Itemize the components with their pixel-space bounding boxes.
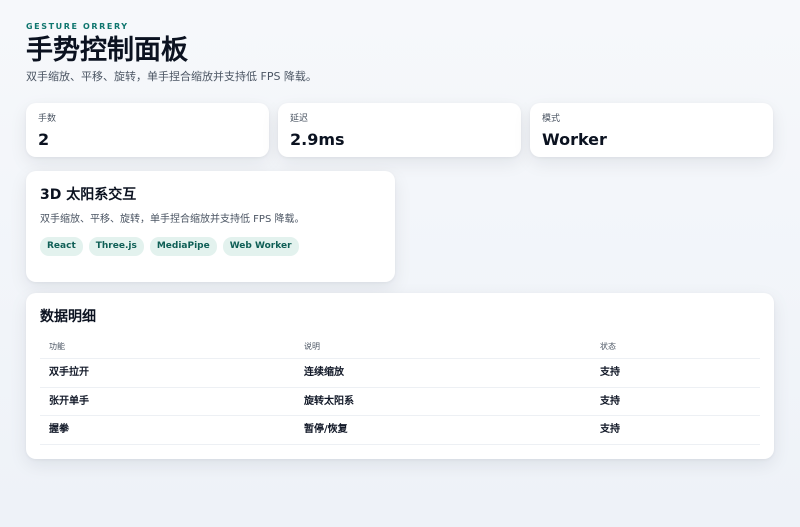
- tag-web-worker: Web Worker: [222, 237, 299, 256]
- table-row: 双手拉开 连续缩放 支持: [40, 359, 760, 388]
- table-cell: 支持: [600, 395, 620, 407]
- page-title: 手势控制面板: [26, 35, 188, 66]
- table-header-row: 功能 说明 状态: [40, 334, 760, 359]
- project-title: 3D 太阳系交互: [40, 187, 137, 203]
- table-cell: 握拳: [49, 424, 69, 435]
- stat-label: 延迟: [290, 114, 309, 124]
- stat-card-hands: 手数 2: [26, 103, 269, 157]
- stat-label: 手数: [38, 114, 57, 124]
- data-detail-title: 数据明细: [40, 309, 96, 325]
- table-cell: 双手拉开: [49, 367, 89, 378]
- stat-value: Worker: [542, 130, 607, 149]
- column-header-status: 状态: [600, 342, 616, 351]
- eyebrow-label: GESTURE ORRERY: [26, 22, 129, 31]
- table-cell: 支持: [600, 367, 620, 378]
- table-cell: 连续缩放: [304, 367, 344, 378]
- page-subtitle: 双手缩放、平移、旋转，单手捏合缩放并支持低 FPS 降载。: [26, 70, 317, 83]
- project-description: 双手缩放、平移、旋转，单手捏合缩放并支持低 FPS 降载。: [40, 214, 305, 225]
- tag-list: React Three.js MediaPipe Web Worker: [40, 237, 381, 256]
- tag-react: React: [40, 237, 83, 256]
- project-card: 3D 太阳系交互 双手缩放、平移、旋转，单手捏合缩放并支持低 FPS 降载。 R…: [26, 171, 395, 282]
- tag-threejs: Three.js: [88, 237, 144, 256]
- column-header-description: 说明: [304, 342, 320, 351]
- table-cell: 旋转太阳系: [304, 395, 354, 407]
- data-table: 功能 说明 状态 双手拉开 连续缩放 支持 张开单手 旋转太阳系 支持 握拳 暂…: [40, 334, 760, 445]
- table-row: 握拳 暂停/恢复 支持: [40, 416, 760, 445]
- table-cell: 暂停/恢复: [304, 424, 348, 435]
- stat-label: 模式: [542, 114, 561, 124]
- tag-mediapipe: MediaPipe: [149, 237, 217, 256]
- table-cell: 张开单手: [49, 395, 89, 407]
- column-header-feature: 功能: [49, 342, 65, 351]
- stat-value: 2: [38, 130, 50, 149]
- table-cell: 支持: [600, 424, 620, 435]
- stat-card-latency: 延迟 2.9ms: [278, 103, 521, 157]
- stat-value: 2.9ms: [290, 130, 345, 149]
- table-row: 张开单手 旋转太阳系 支持: [40, 388, 760, 416]
- stat-card-mode: 模式 Worker: [530, 103, 773, 157]
